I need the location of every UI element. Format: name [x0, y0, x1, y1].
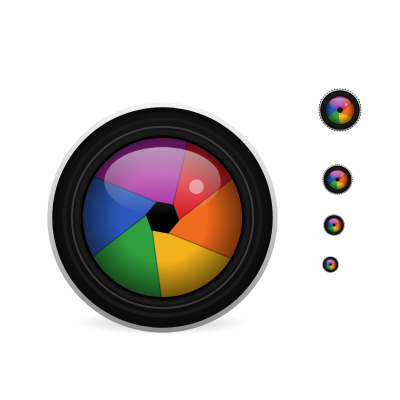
lens-gloss	[104, 147, 221, 216]
icon-showcase	[0, 0, 400, 400]
lens-highlight	[340, 174, 343, 177]
lens-highlight	[332, 261, 334, 263]
camera-lens-icon-tiny	[322, 256, 339, 273]
lens-highlight	[344, 103, 348, 106]
camera-lens-icon-xsmall	[323, 214, 345, 236]
lens-gloss	[328, 218, 340, 225]
lens-highlight	[189, 179, 204, 195]
camera-lens-icon-small	[322, 164, 353, 195]
lens-gloss	[330, 170, 345, 180]
lens-highlight	[336, 221, 338, 223]
camera-lens-icon-large	[47, 102, 278, 336]
lens-gloss	[326, 259, 335, 265]
lens-gloss	[329, 97, 351, 110]
camera-lens-icon-medium	[318, 88, 362, 132]
